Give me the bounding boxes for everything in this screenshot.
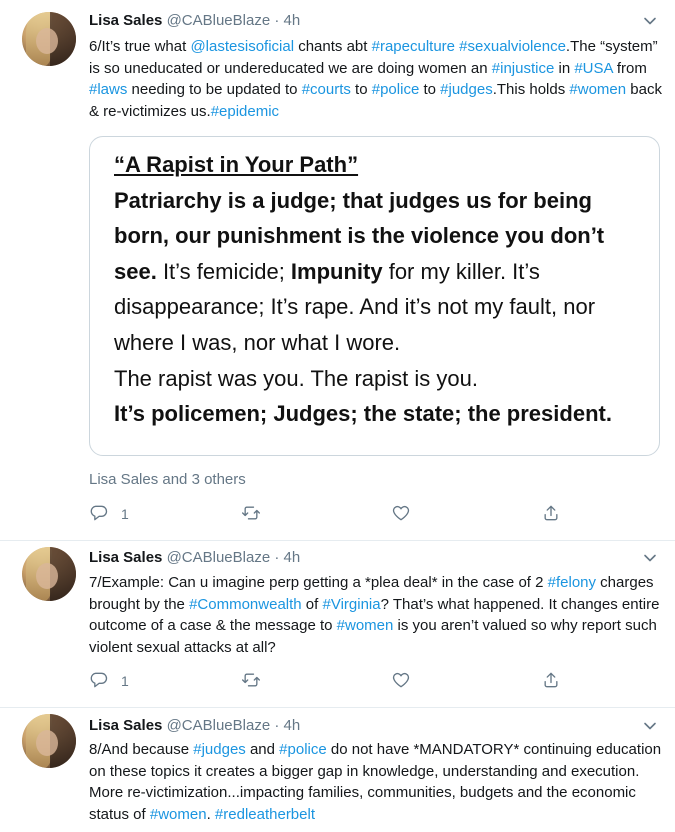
timestamp[interactable]: 4h <box>284 549 301 566</box>
author-handle[interactable]: @CABlueBlaze <box>167 549 271 566</box>
hashtag-link[interactable]: #USA <box>574 60 612 77</box>
text-segment: from <box>612 59 647 77</box>
like-icon <box>391 670 411 693</box>
timestamp[interactable]: 4h <box>284 717 301 734</box>
hashtag-link[interactable]: #women <box>337 617 394 634</box>
tweet-header: Lisa Sales @CABlueBlaze · 4h <box>89 548 300 568</box>
hashtag-link[interactable]: #Commonwealth <box>189 596 302 613</box>
text-segment: 6/It’s true what <box>89 38 191 55</box>
social-context[interactable]: Lisa Sales and 3 others <box>89 470 246 490</box>
card-line: The rapist was you. The rapist is you. <box>114 365 478 391</box>
tweet-text: 7/Example: Can u imagine perp getting a … <box>89 572 664 658</box>
text-segment: 7/Example: Can u imagine perp getting a … <box>89 574 548 591</box>
tweet-header: Lisa Sales @CABlueBlaze · 4h <box>89 716 300 736</box>
reply-count: 1 <box>121 673 129 689</box>
card-bold-text: Impunity <box>290 258 383 284</box>
hashtag-link[interactable]: #judges <box>193 741 246 758</box>
quoted-image-card[interactable]: “A Rapist in Your Path” Patriarchy is a … <box>89 136 660 456</box>
tweet-header: Lisa Sales @CABlueBlaze · 4h <box>89 11 300 31</box>
hashtag-link[interactable]: #women <box>569 81 626 98</box>
reply-count: 1 <box>121 506 129 522</box>
author-name[interactable]: Lisa Sales <box>89 549 162 566</box>
separator-dot: · <box>274 549 280 566</box>
chevron-down-icon[interactable] <box>643 719 657 733</box>
author-name[interactable]: Lisa Sales <box>89 12 162 29</box>
share-button[interactable] <box>541 502 561 526</box>
card-bold-line: It’s policemen; Judges; the state; the p… <box>114 401 612 427</box>
card-paragraph: Patriarchy is a judge; that judges us fo… <box>114 183 644 361</box>
hashtag-link[interactable]: #sexualviolence <box>459 38 566 55</box>
timestamp[interactable]: 4h <box>284 12 301 29</box>
share-button[interactable] <box>541 669 561 693</box>
author-handle[interactable]: @CABlueBlaze <box>167 717 271 734</box>
hashtag-link[interactable]: #redleatherbelt <box>215 806 315 823</box>
author-name[interactable]: Lisa Sales <box>89 717 162 734</box>
card-plain-text: It’s femicide; <box>156 258 291 284</box>
reply-button[interactable]: 1 <box>89 669 129 693</box>
text-segment: and <box>245 741 280 758</box>
author-handle[interactable]: @CABlueBlaze <box>167 12 271 29</box>
text-segment: of <box>301 595 323 613</box>
hashtag-link[interactable]: #police <box>372 81 420 98</box>
chevron-down-icon[interactable] <box>643 14 657 28</box>
retweet-button[interactable] <box>241 669 261 693</box>
like-icon <box>391 503 411 526</box>
text-segment: chants abt <box>294 38 372 55</box>
retweet-icon <box>241 503 261 526</box>
hashtag-link[interactable]: #laws <box>89 81 127 98</box>
hashtag-link[interactable]: #felony <box>548 574 596 591</box>
tweet-3[interactable]: Lisa Sales @CABlueBlaze · 4h 8/And becau… <box>0 708 675 832</box>
avatar[interactable] <box>22 714 76 768</box>
avatar[interactable] <box>22 547 76 601</box>
tweet-1[interactable]: Lisa Sales @CABlueBlaze · 4h 6/It’s true… <box>0 0 675 540</box>
text-segment: .This holds <box>492 81 570 98</box>
avatar[interactable] <box>22 12 76 66</box>
text-segment: to <box>419 81 441 98</box>
text-segment: . <box>206 805 215 823</box>
card-text: “A Rapist in Your Path” Patriarchy is a … <box>114 147 644 432</box>
like-button[interactable] <box>391 502 411 526</box>
text-segment: needing to be updated to <box>127 81 302 98</box>
hashtag-link[interactable]: #Virginia <box>323 596 381 613</box>
text-segment: 8/And because <box>89 741 194 758</box>
tweet-actions: 1 <box>89 669 649 693</box>
share-icon <box>541 503 561 526</box>
separator-dot: · <box>274 12 280 29</box>
tweet-text: 6/It’s true what @lastesisoficial chants… <box>89 36 664 122</box>
hashtag-link[interactable]: #judges <box>440 81 493 98</box>
mention-link[interactable]: @lastesisoficial <box>190 38 294 55</box>
retweet-icon <box>241 670 261 693</box>
separator-dot: · <box>274 717 280 734</box>
share-icon <box>541 670 561 693</box>
hashtag-link[interactable]: #courts <box>302 81 351 98</box>
text-segment: in <box>554 59 575 77</box>
hashtag-link[interactable]: #epidemic <box>211 103 279 120</box>
hashtag-link[interactable]: #injustice <box>492 60 555 77</box>
reply-icon <box>89 503 109 526</box>
tweet-actions: 1 <box>89 502 649 526</box>
card-title: “A Rapist in Your Path” <box>114 152 359 177</box>
reply-icon <box>89 670 109 693</box>
tweet-text: 8/And because #judges and #police do not… <box>89 739 664 825</box>
reply-button[interactable]: 1 <box>89 502 129 526</box>
text-segment: to <box>350 81 372 98</box>
hashtag-link[interactable]: #police <box>279 741 327 758</box>
hashtag-link[interactable]: #rapeculture <box>372 38 455 55</box>
retweet-button[interactable] <box>241 502 261 526</box>
like-button[interactable] <box>391 669 411 693</box>
hashtag-link[interactable]: #women <box>150 806 207 823</box>
chevron-down-icon[interactable] <box>643 551 657 565</box>
tweet-2[interactable]: Lisa Sales @CABlueBlaze · 4h 7/Example: … <box>0 541 675 707</box>
